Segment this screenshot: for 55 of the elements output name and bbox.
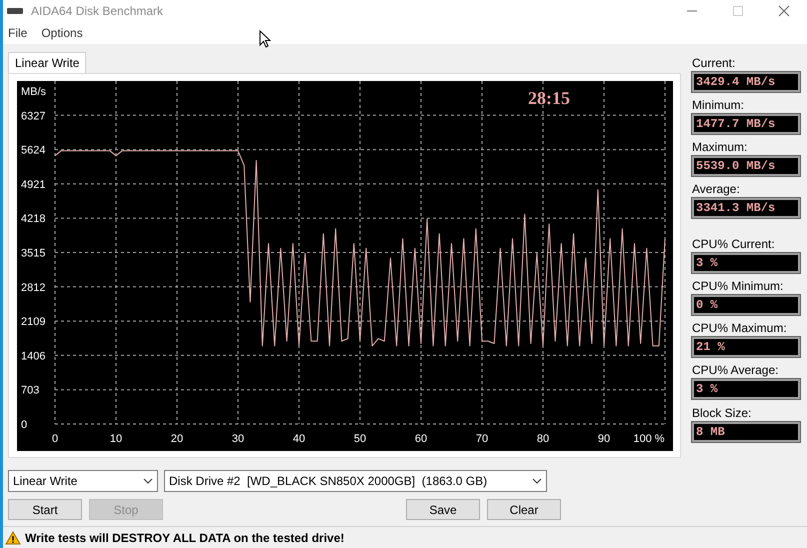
stat-value: 3 % — [692, 253, 800, 273]
stat-value: 21 % — [692, 337, 800, 357]
y-tick-label: 2812 — [21, 282, 46, 294]
stat-label: CPU% Minimum: — [692, 279, 784, 293]
x-tick-label: 70 — [476, 433, 488, 445]
x-tick-label: 40 — [292, 433, 306, 445]
chevron-icon — [532, 478, 542, 484]
x-tick-label: 60 — [414, 433, 428, 445]
menu-item[interactable]: Options — [41, 24, 83, 42]
menu-item[interactable]: File — [8, 24, 28, 42]
stat-label: Minimum: — [692, 98, 746, 112]
x-tick-label: 80 — [536, 433, 550, 445]
y-tick-label: 5624 — [21, 144, 46, 157]
drive-icon — [7, 7, 23, 15]
stat-label: CPU% Maximum: — [692, 321, 788, 335]
y-tick-label: 1406 — [21, 350, 46, 362]
y-tick-label: 3515 — [21, 248, 46, 260]
warning-icon — [5, 530, 21, 544]
stat-value: 3341.3 MB/s — [692, 198, 800, 218]
y-tick-label: 703 — [21, 384, 40, 397]
stat-value: 5539.0 MB/s — [692, 156, 800, 176]
stat-label: Maximum: — [692, 140, 748, 154]
stat-value: 1477.7 MB/s — [692, 114, 800, 134]
x-tick-label: 50 — [354, 433, 366, 445]
stat-label: Block Size: — [692, 406, 752, 420]
stat-value: 8 MB — [692, 422, 800, 442]
stat-label: CPU% Average: — [692, 363, 780, 377]
x-tick-label: 30 — [232, 433, 244, 445]
stat-label: Average: — [692, 182, 741, 196]
stat-value: 3429.4 MB/s — [692, 72, 800, 92]
y-tick-label: 0 — [21, 419, 28, 431]
window-title: AIDA64 Disk Benchmark — [31, 3, 164, 20]
elapsed-timer: 28:15 — [528, 88, 570, 108]
unit-label: MB/s — [21, 86, 46, 98]
tab[interactable]: Linear Write — [8, 52, 86, 73]
stat-label: CPU% Current: — [692, 237, 776, 251]
x-tick-label: 100 % — [633, 433, 665, 445]
stat-value: 3 % — [692, 379, 800, 399]
y-tick-label: 6327 — [21, 110, 46, 122]
y-tick-label: 4218 — [21, 213, 46, 226]
dropdown[interactable]: Disk Drive #2 [WD_BLACK SN850X 2000GB] (1863.0 GB) — [164, 470, 547, 492]
warning-message: Write tests will DESTROY ALL DATA on the tested drive! — [25, 530, 344, 546]
x-tick-label: 0 — [52, 433, 58, 445]
y-tick-label: 4921 — [21, 178, 46, 191]
x-tick-label: 10 — [110, 433, 122, 445]
chevron-icon — [143, 478, 153, 484]
button[interactable]: Clear — [487, 499, 561, 520]
dropdown[interactable]: Linear Write — [8, 470, 158, 492]
button[interactable]: Save — [406, 499, 480, 520]
stat-value: 0 % — [692, 295, 800, 315]
x-tick-label: 90 — [598, 433, 610, 445]
y-tick-label: 2109 — [21, 316, 46, 328]
x-tick-label: 20 — [170, 433, 184, 445]
stat-label: Current: — [692, 56, 736, 70]
button[interactable]: Start — [8, 499, 82, 520]
